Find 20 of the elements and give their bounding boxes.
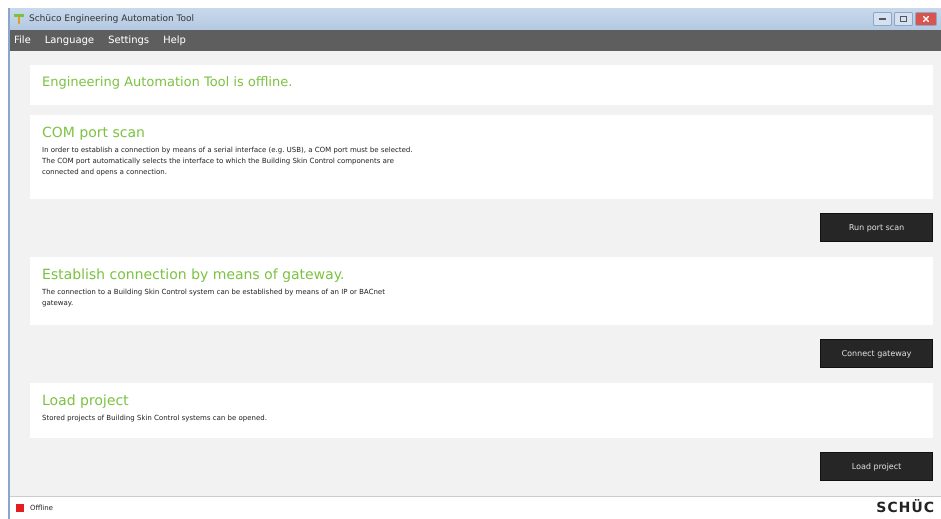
maximize-button[interactable] [894, 12, 913, 26]
close-button[interactable] [915, 12, 937, 26]
menu-item[interactable]: File [14, 35, 31, 46]
menu-item[interactable]: Settings [108, 35, 150, 46]
status-message: Engineering Automation Tool is offline. [42, 75, 294, 90]
menu-item[interactable]: Help [163, 35, 186, 46]
section-title: Load project [42, 393, 130, 410]
close-icon [923, 16, 929, 22]
section-title: COM port scan [42, 125, 146, 142]
brand-logo: SCHÜC [876, 500, 935, 516]
maximize-icon [900, 16, 907, 22]
section-title: Establish connection by means of gateway. [42, 267, 346, 284]
menu-item[interactable]: Language [44, 35, 94, 46]
action-button[interactable]: Run port scan [820, 213, 933, 242]
action-button[interactable]: Load project [820, 452, 933, 482]
app-icon [14, 14, 24, 24]
window-title: Schüco Engineering Automation Tool [29, 14, 194, 24]
minimize-icon [879, 18, 886, 20]
minimize-button[interactable] [873, 12, 892, 26]
action-button[interactable]: Connect gateway [820, 339, 933, 368]
